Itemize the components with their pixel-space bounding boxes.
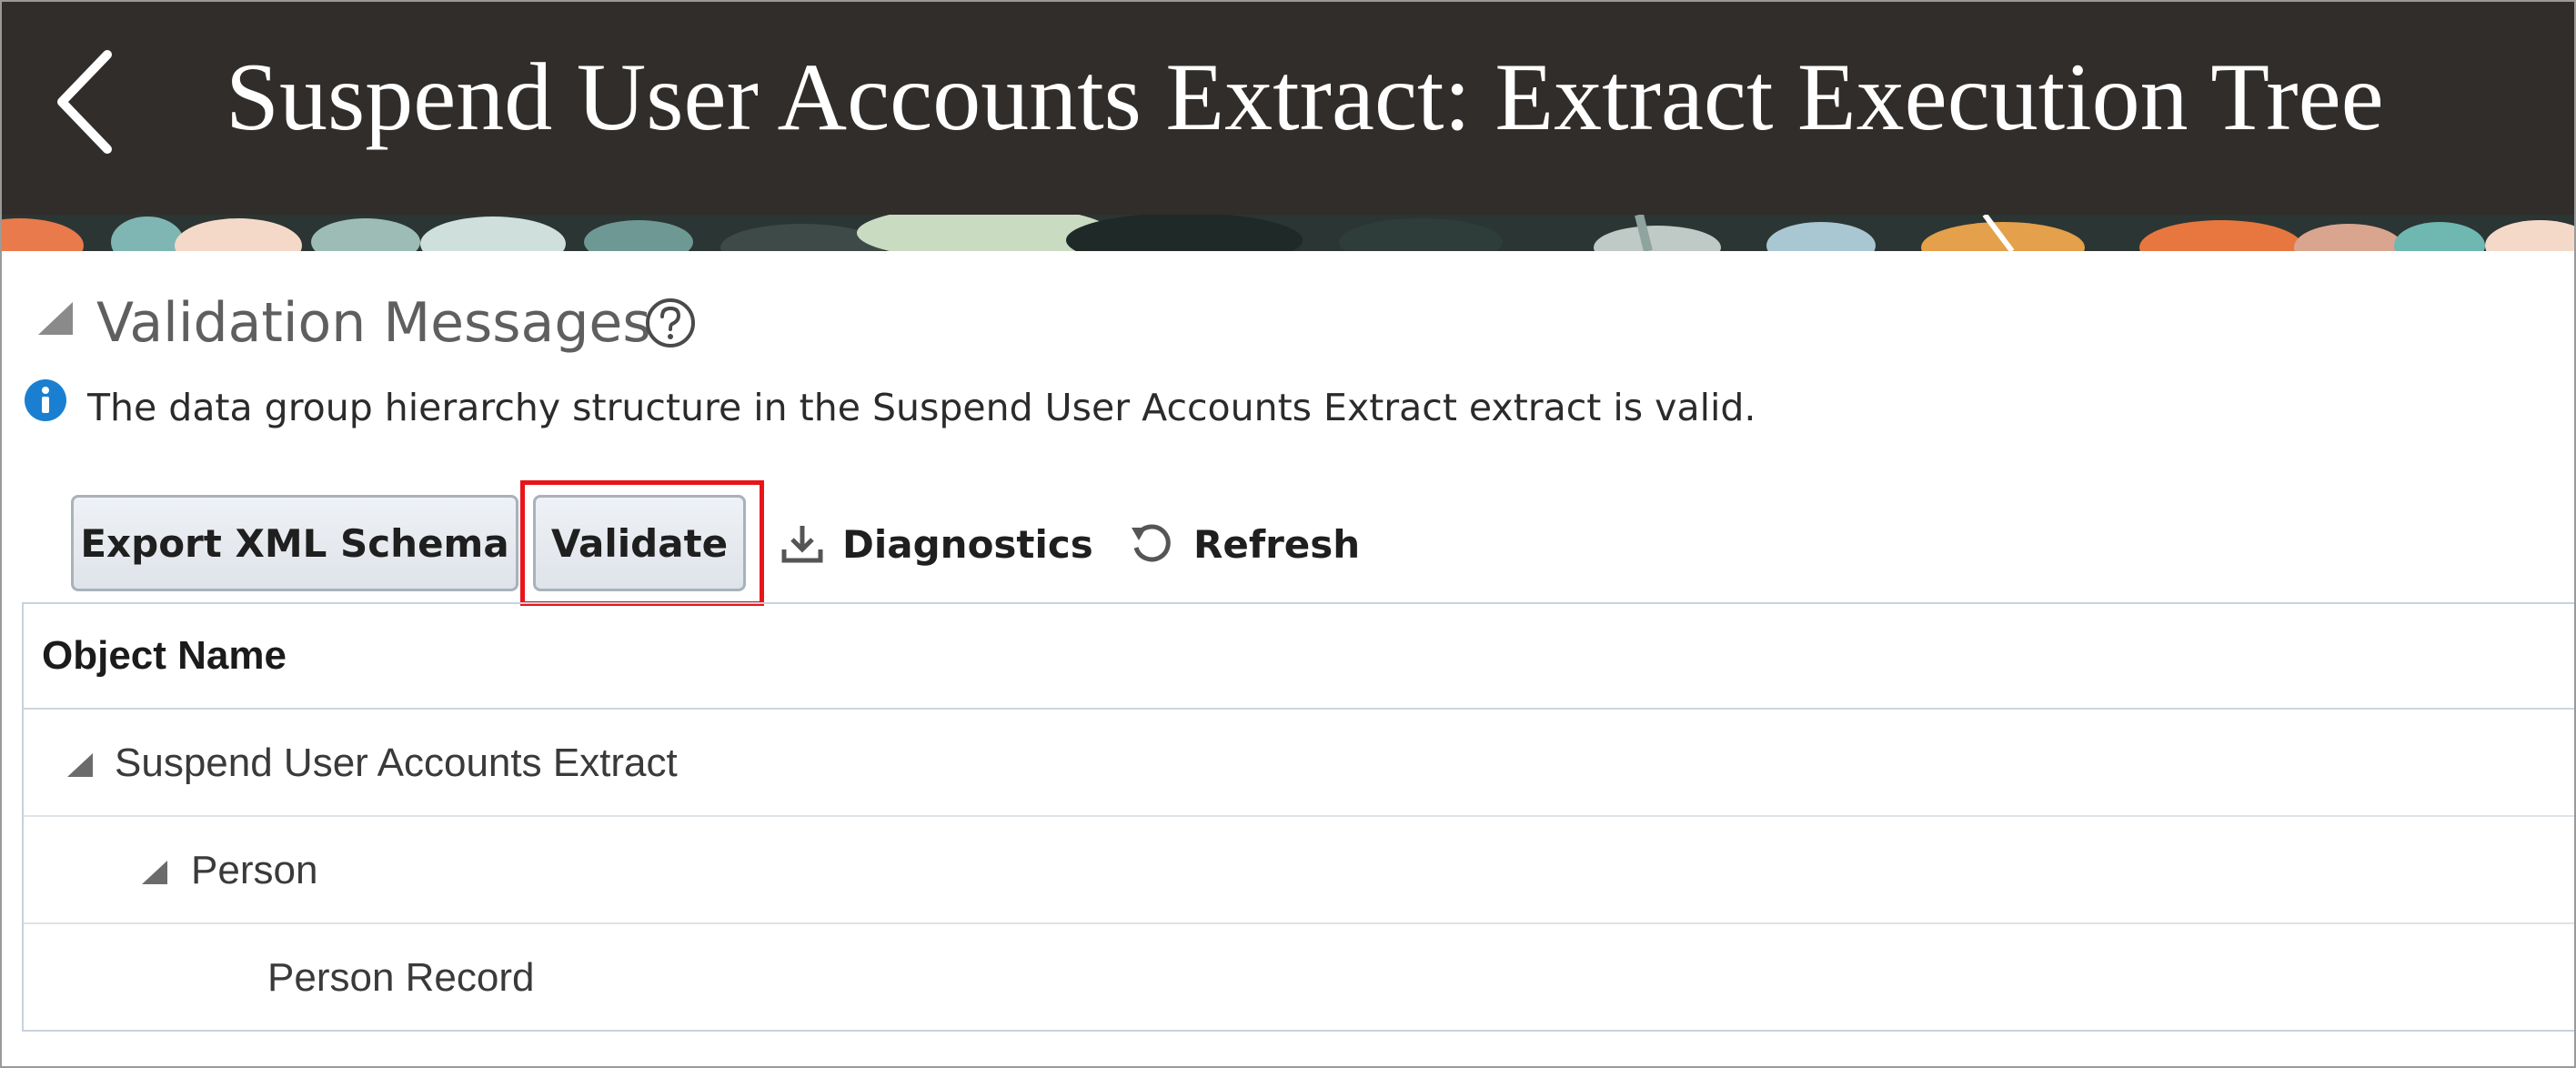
validation-message: The data group hierarchy structure in th…	[87, 386, 1756, 429]
decorative-banner	[2, 215, 2574, 251]
highlight-box	[520, 480, 764, 606]
tree-row[interactable]: Person	[24, 815, 2574, 924]
column-header-object-name[interactable]: Object Name	[42, 633, 287, 679]
tree-row[interactable]: Suspend User Accounts Extract	[24, 708, 2574, 817]
refresh-icon	[1132, 524, 1171, 562]
execution-tree-table: Object Name Suspend User Accounts Extrac…	[22, 602, 2574, 1032]
expand-triangle-icon[interactable]	[142, 861, 167, 884]
help-circle-icon[interactable]	[644, 297, 697, 349]
download-icon	[781, 526, 823, 563]
page-header: Suspend User Accounts Extract: Extract E…	[2, 2, 2574, 215]
table-header: Object Name	[24, 604, 2574, 710]
diagnostics-label: Diagnostics	[842, 521, 1093, 567]
section-title: Validation Messages	[96, 291, 651, 355]
refresh-button[interactable]: Refresh	[1128, 515, 1360, 573]
tree-row-label: Suspend User Accounts Extract	[115, 741, 678, 785]
tree-row-label: Person	[191, 848, 318, 892]
info-icon	[25, 379, 66, 421]
export-xml-schema-button[interactable]: Export XML Schema	[71, 495, 518, 591]
chevron-left-icon[interactable]	[53, 47, 116, 156]
page-title: Suspend User Accounts Extract: Extract E…	[226, 44, 2384, 150]
tree-row[interactable]: Person Record	[24, 922, 2574, 1030]
tree-row-label: Person Record	[267, 955, 535, 1000]
expand-triangle-icon[interactable]	[67, 753, 93, 777]
refresh-label: Refresh	[1193, 521, 1361, 567]
collapse-triangle-icon[interactable]	[36, 302, 73, 335]
diagnostics-button[interactable]: Diagnostics	[780, 515, 1093, 573]
